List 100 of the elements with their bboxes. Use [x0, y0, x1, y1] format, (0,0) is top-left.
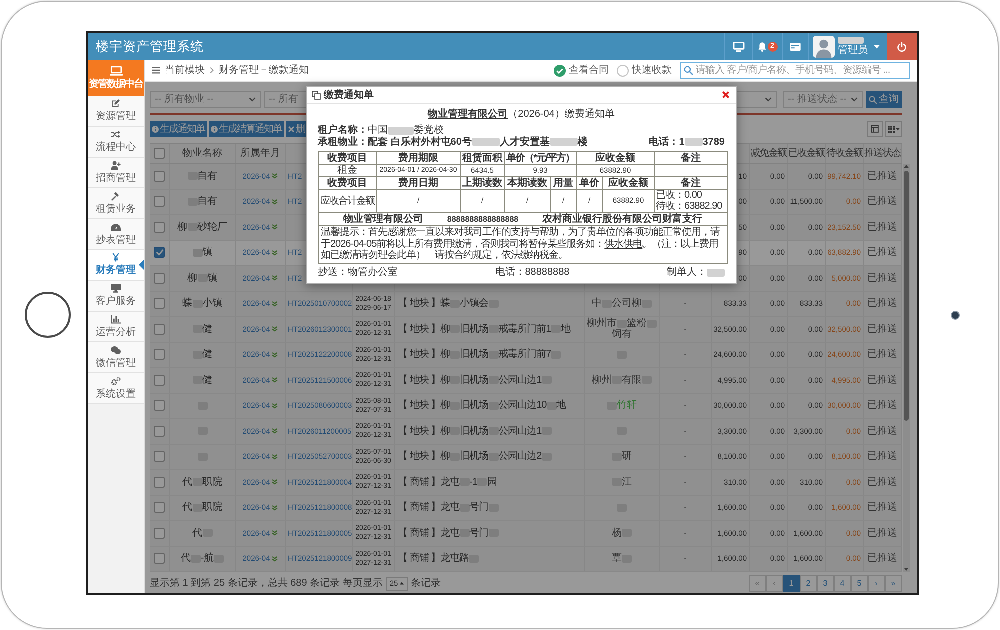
bank-name: 农村商业银行股份有限公司财富支行 [542, 214, 703, 224]
suffix-text: 条记录 [411, 577, 442, 591]
column-header: 用量 [550, 176, 577, 190]
column-header: 租赁面积 [460, 152, 504, 164]
status-text: 已推送 [868, 450, 898, 464]
resource-text: 【 商铺 】龙屯路 [398, 553, 470, 564]
column-header: 费用期限 [376, 152, 460, 164]
app-title: 楼宇资产管理系统 [96, 38, 204, 56]
property-name: 代 [182, 476, 192, 488]
property-label: 承租物业： [318, 136, 368, 148]
notice-title: （2026-04）缴费通知单 [508, 109, 615, 121]
column-header: 费用日期 [376, 176, 460, 190]
status-text: 已推送 [868, 552, 898, 566]
resource-text: 旧机场 [460, 400, 489, 412]
tenant-name: 中国 [368, 125, 388, 136]
resource-text: 旧机场 [460, 349, 489, 360]
property-name: 代 [180, 553, 191, 564]
cc-text: 抄送：物管办公室 [318, 267, 398, 278]
customer-name: 饲有 [612, 329, 632, 340]
property-name: -航 [200, 553, 214, 564]
customer-name: 柳州市 [587, 318, 617, 330]
column-header: 推送状态 [864, 146, 900, 161]
remark-text: 已收：0.00 [656, 190, 703, 201]
resource-text: 旧机场 [460, 451, 489, 462]
status-text: 已推送 [868, 272, 898, 286]
property-address: 配套 白乐村外村屯60号 [368, 136, 472, 148]
table-cell: 租金 [318, 164, 376, 176]
resource-text: 旧机场 [460, 374, 489, 386]
customer-name: 篮粉 [627, 318, 647, 330]
resource-text: 【 商铺 】龙屯 [398, 476, 460, 488]
property-address: 人才安置基 [500, 136, 550, 148]
resource-text: 号门 [470, 502, 489, 514]
resource-text: 园 [487, 476, 497, 488]
property-name: 职院 [202, 476, 222, 488]
property-name: 柳 [188, 272, 198, 284]
column-header: 应收金额 [576, 152, 655, 164]
resource-text: 【 商铺 】龙屯 [398, 528, 460, 539]
property-name: 自有 [198, 170, 218, 182]
column-header: 所属年月 [240, 146, 280, 161]
property-name: 健 [202, 324, 212, 335]
resource-text: 公园山边1 [498, 374, 542, 386]
reminder-text: 温馨提示：首先感谢您一直以来对我司工作的支持与帮助，为了贵单位的各项功能正常使用，请于2026-04-05前将以上所有费用缴清，否则我司将暂停某些服务如：供水供电。（注：以上费用如已缴清请勿理会此单） 请按合约规定，依法缴纳税金。 [320, 226, 721, 262]
customer-name: 中 [592, 298, 602, 310]
status-text: 已推送 [868, 246, 898, 260]
column-header: 备注 [654, 176, 728, 190]
table-cell: 应收合计金额 [318, 190, 376, 212]
property-name: 蝶 [182, 298, 192, 310]
status-text: 已推送 [868, 399, 898, 414]
column-header: 本期读数 [504, 176, 550, 190]
resource-text: 戒毒所门前7 [498, 349, 552, 360]
resource-text: 【 地块 】蝶 [398, 298, 450, 310]
status-text: 已推送 [868, 348, 898, 362]
property-name: 代 [192, 528, 202, 539]
resource-text: -1 [470, 476, 478, 488]
column-header: 物业名称 [182, 146, 222, 161]
resource-text: 公园山边10 [498, 400, 547, 412]
customer-name: 有限 [622, 374, 642, 386]
column-header: 单价 [576, 176, 603, 190]
resource-text: 【 地块 】柳 [398, 324, 450, 335]
modal-title: 缴费通知单 [324, 88, 374, 102]
status-text: 已推送 [868, 526, 898, 541]
column-header: 已收金额 [788, 146, 824, 161]
brand-label: 资管数据中台 [89, 79, 143, 90]
property-name: 小镇 [202, 298, 222, 310]
phone-text: 电话：88888888 [495, 267, 570, 278]
resource-text: 【 地块 】柳 [398, 426, 450, 437]
status-text: 已推送 [868, 220, 898, 235]
phone-label: 电话： [649, 136, 680, 148]
property-name: 柳 [178, 222, 188, 233]
resource-text: 号门 [470, 528, 489, 539]
customer-name: 江 [622, 476, 632, 488]
tenant-label: 租户名称： [318, 125, 368, 136]
customer-name: 覃 [612, 553, 622, 564]
customer-name: 柳州 [592, 374, 612, 386]
status-text: 已推送 [868, 374, 898, 388]
customer-name: 杨 [612, 528, 622, 539]
resource-text: 【 商铺 】龙屯 [398, 502, 460, 514]
property-name: 镇 [202, 247, 212, 258]
resource-text: 【 地块 】柳 [398, 349, 450, 360]
status-text: 已推送 [868, 170, 898, 184]
payee-name: 物业管理有限公司 [343, 214, 424, 224]
status-text: 已推送 [868, 424, 898, 439]
property-name: 职院 [202, 502, 222, 514]
column-header: 待收金额 [826, 146, 862, 161]
phone-number: 1 [679, 136, 685, 148]
tenant-name: 委党校 [414, 125, 444, 136]
resource-text: 旧机场 [460, 426, 489, 437]
property-address: 楼 [578, 136, 588, 148]
property-name: 自有 [198, 196, 218, 208]
status-text: 已推送 [868, 476, 898, 490]
resource-text: 地 [556, 400, 566, 412]
property-name: 砂轮厂 [198, 222, 228, 233]
column-header: 收费项目 [318, 152, 376, 164]
resource-text: 【 地块 】柳 [398, 451, 450, 462]
column-header: 备注 [654, 152, 728, 164]
column-header: 收费项目 [318, 176, 376, 190]
resource-text: 小镇会 [460, 298, 489, 310]
resource-text: 旧机场 [460, 324, 489, 335]
property-name: 镇 [208, 272, 218, 284]
resource-text: 【 地块 】柳 [398, 400, 450, 412]
